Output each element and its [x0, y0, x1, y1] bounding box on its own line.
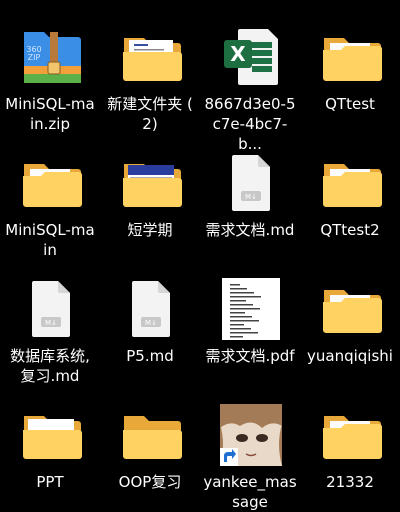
desktop-item-label: MiniSQL-ma in.zip: [2, 94, 98, 134]
desktop-item-label: 需求文档.md: [202, 220, 298, 240]
desktop-item-label: 新建文件夹 ( 2): [102, 94, 198, 134]
desktop-item-label-line: 2): [142, 115, 158, 133]
folder-with-document-icon: [120, 26, 182, 88]
desktop-item[interactable]: QTtest: [300, 6, 400, 132]
svg-text:M↓: M↓: [245, 193, 257, 201]
desktop-item[interactable]: OOP复习: [100, 384, 200, 510]
markdown-file-icon: M↓: [220, 152, 282, 214]
desktop-item[interactable]: yuanqiqishi: [300, 258, 400, 384]
desktop-item-label: 数据库系统, 复习.md: [2, 346, 98, 386]
desktop-item-label-line: yankee_mas: [203, 473, 297, 491]
desktop-item-label: OOP复习: [102, 472, 198, 492]
desktop-item-label-line: 8667d3e0-5: [204, 95, 296, 113]
desktop-item-label: P5.md: [102, 346, 198, 366]
desktop-item-label: 需求文档.pdf: [202, 346, 298, 366]
desktop-item-label-line: 需求文档.md: [205, 221, 295, 239]
desktop-item-label-line: 短学期: [127, 221, 173, 239]
desktop-item[interactable]: 新建文件夹 ( 2): [100, 6, 200, 134]
markdown-file-icon: M↓: [120, 278, 182, 340]
svg-text:X: X: [230, 42, 246, 66]
svg-text:ZIP: ZIP: [28, 53, 41, 62]
folder-icon: [320, 26, 382, 88]
empty-folder-icon: [120, 404, 182, 466]
desktop-item-label-line: 复习.md: [20, 367, 80, 385]
excel-file-icon: X: [220, 26, 282, 88]
desktop-item-label-line: in: [43, 241, 57, 259]
desktop-item[interactable]: 360 ZIP MiniSQL-ma in.zip: [0, 6, 100, 134]
folder-with-screenshot-icon: [120, 152, 182, 214]
desktop-item-label: 短学期: [102, 220, 198, 240]
folder-icon: [20, 404, 82, 466]
zip-archive-icon: 360 ZIP: [20, 26, 82, 88]
desktop-item-label-line: in.zip: [29, 115, 70, 133]
desktop-icon-grid: 360 ZIP MiniSQL-ma in.zip 新建文件夹 ( 2) X 8667d3e0…: [0, 0, 400, 511]
desktop-item-label-line: sage: [232, 493, 268, 511]
desktop-item[interactable]: 需求文档.pdf: [200, 258, 300, 384]
desktop-item[interactable]: X 8667d3e0-5 c7e-4bc7-b...: [200, 6, 300, 153]
svg-text:M↓: M↓: [145, 319, 157, 327]
desktop-item[interactable]: PPT: [0, 384, 100, 510]
desktop-item-label-line: 新建文件夹 (: [107, 95, 193, 113]
desktop-item[interactable]: 21332: [300, 384, 400, 510]
desktop-item-label-line: OOP复习: [118, 473, 182, 491]
desktop-item[interactable]: 短学期: [100, 132, 200, 258]
desktop-item-label: yankee_massage: [202, 472, 298, 512]
pdf-thumbnail-icon: [220, 278, 282, 340]
desktop-item[interactable]: QTtest2: [300, 132, 400, 258]
folder-icon: [320, 278, 382, 340]
desktop-item-label: yuanqiqishi: [302, 346, 398, 366]
folder-icon: [20, 152, 82, 214]
markdown-file-icon: M↓: [20, 278, 82, 340]
desktop-item-label-line: QTtest2: [320, 221, 380, 239]
anime-image-shortcut-icon: [220, 404, 282, 466]
desktop-item-label-line: 数据库系统,: [10, 347, 90, 365]
desktop-item-label-line: MiniSQL-ma: [5, 221, 95, 239]
desktop-item[interactable]: MiniSQL-ma in: [0, 132, 100, 260]
desktop-item-label-line: 21332: [326, 473, 374, 491]
desktop-item[interactable]: M↓ 需求文档.md: [200, 132, 300, 258]
desktop-item[interactable]: yankee_massage: [200, 384, 300, 512]
desktop-item-label: QTtest2: [302, 220, 398, 240]
desktop-item[interactable]: M↓ P5.md: [100, 258, 200, 384]
desktop-item-label: 21332: [302, 472, 398, 492]
folder-icon: [320, 152, 382, 214]
svg-text:M↓: M↓: [45, 319, 57, 327]
desktop-item-label-line: P5.md: [126, 347, 174, 365]
desktop-item-label: MiniSQL-ma in: [2, 220, 98, 260]
desktop-item-label-line: PPT: [36, 473, 64, 491]
desktop-item-label: QTtest: [302, 94, 398, 114]
desktop-item-label: PPT: [2, 472, 98, 492]
folder-icon: [320, 404, 382, 466]
desktop-item-label-line: yuanqiqishi: [307, 347, 393, 365]
desktop-item[interactable]: M↓ 数据库系统, 复习.md: [0, 258, 100, 386]
desktop-item-label-line: 需求文档.pdf: [205, 347, 295, 365]
desktop-item-label-line: MiniSQL-ma: [5, 95, 95, 113]
desktop-item-label-line: QTtest: [325, 95, 375, 113]
